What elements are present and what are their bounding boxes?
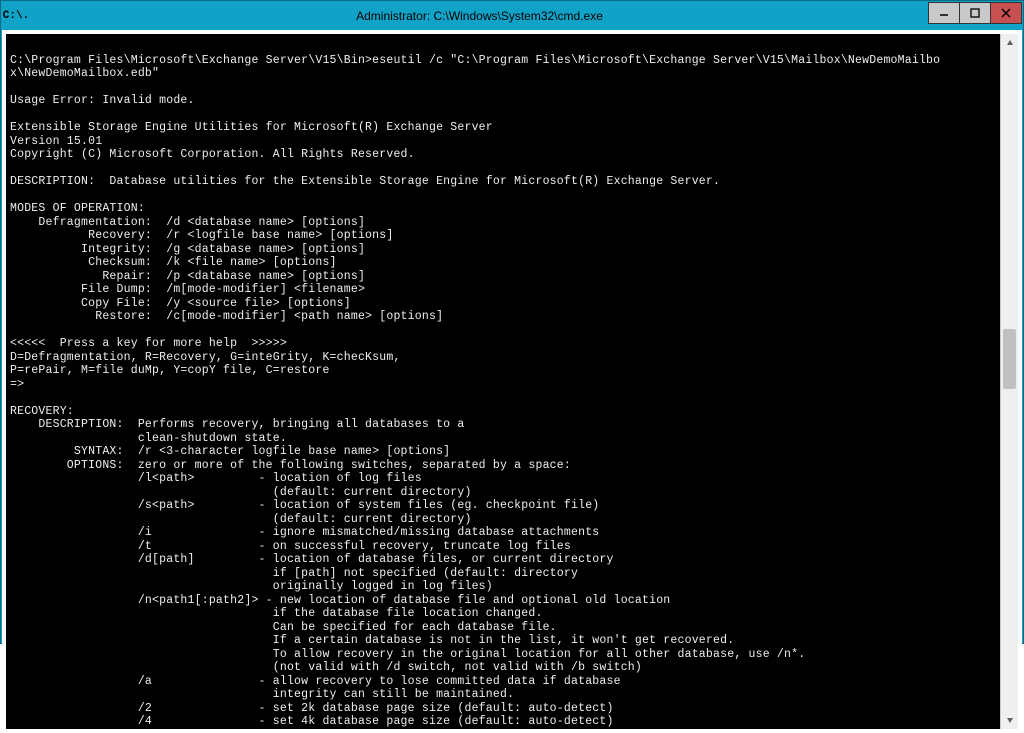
console-container: C:\Program Files\Microsoft\Exchange Serv… [6,34,1018,729]
scroll-down-button[interactable] [1001,711,1018,729]
system-menu-icon[interactable]: C:\. [2,2,30,30]
scrollbar-track[interactable] [1001,52,1018,711]
close-button[interactable] [990,2,1022,24]
terminal-output[interactable]: C:\Program Files\Microsoft\Exchange Serv… [6,34,1000,729]
window-frame: C:\. Administrator: C:\Windows\System32\… [0,0,1024,644]
vertical-scrollbar[interactable] [1000,34,1018,729]
minimize-button[interactable] [928,2,960,24]
scroll-up-button[interactable] [1001,34,1018,52]
window-title: Administrator: C:\Windows\System32\cmd.e… [30,9,929,23]
window-controls [929,2,1022,24]
scrollbar-thumb[interactable] [1003,329,1016,389]
client-area: C:\Program Files\Microsoft\Exchange Serv… [2,30,1022,733]
titlebar[interactable]: C:\. Administrator: C:\Windows\System32\… [2,2,1022,30]
maximize-button[interactable] [959,2,991,24]
